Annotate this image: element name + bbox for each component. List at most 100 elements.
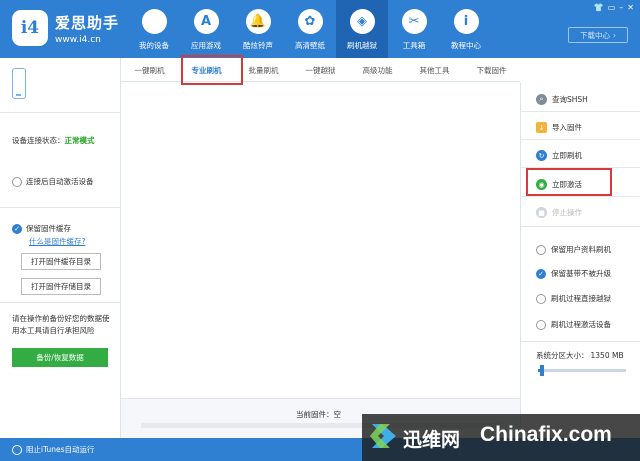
nav-label: 刷机越狱 [347, 41, 377, 50]
main-nav: 我的设备 A 应用游戏 🔔 酷炫铃声 ✿ 高清壁纸 ◈ 刷机越狱 ✂ 工具箱 i… [128, 0, 492, 58]
stop-operation-label: 停止操作 [552, 208, 582, 217]
query-shsh-label: 查询SHSH [552, 95, 588, 104]
left-panel: 设备连接状态：正常模式 连接后自动激活设备 ✓ 保留固件缓存 什么是固件缓存? … [0, 58, 121, 438]
partition-label: 系统分区大小： [536, 351, 589, 360]
app-name: 爱思助手 [55, 14, 120, 32]
partition-slider[interactable] [538, 365, 626, 376]
keep-cache-option[interactable]: ✓ 保留固件缓存 [12, 223, 71, 234]
skin-icon[interactable]: 👕 [594, 3, 604, 12]
keep-baseband-option[interactable]: ✓ 保留基带不被升级 [536, 268, 611, 279]
flash-icon: ↻ [536, 150, 547, 161]
flower-icon: ✿ [297, 9, 323, 34]
check-icon: ✓ [536, 268, 546, 279]
tab-batch-flash[interactable]: 批量刷机 [235, 58, 292, 82]
top-header: i4 爱思助手 www.i4.cn 我的设备 A 应用游戏 🔔 酷炫铃声 ✿ 高… [0, 0, 640, 58]
risk-warning: 请在操作前备份好您的数据使用本工具请自行承担风险 [12, 314, 110, 335]
nav-tutorials[interactable]: i 教程中心 [440, 0, 492, 58]
app-store-icon: A [193, 9, 219, 34]
option-label: 保留基带不被升级 [551, 269, 611, 278]
radio-icon [536, 293, 546, 304]
divider [521, 196, 640, 197]
open-cache-dir-button[interactable]: 打开固件缓存目录 [21, 253, 101, 270]
minimize-icon[interactable]: – [619, 3, 623, 12]
option-label: 刷机过程激活设备 [551, 320, 611, 329]
tab-other-tools[interactable]: 其他工具 [406, 58, 463, 82]
nav-apps-games[interactable]: A 应用游戏 [180, 0, 232, 58]
i4-logo: i4 [12, 10, 48, 46]
phone-icon [12, 68, 26, 99]
nav-my-device[interactable]: 我的设备 [128, 0, 180, 58]
option-label: 刷机过程直接越狱 [551, 294, 611, 303]
divider [521, 111, 640, 112]
device-area [0, 58, 120, 113]
open-store-dir-button[interactable]: 打开固件存储目录 [21, 278, 101, 295]
tools-icon: ✂ [401, 9, 427, 34]
slider-handle[interactable] [540, 365, 545, 376]
nav-label: 工具箱 [402, 41, 426, 50]
divider [521, 226, 640, 227]
auto-activate-option[interactable]: 连接后自动激活设备 [12, 176, 94, 187]
keep-user-data-option[interactable]: 保留用户资料刷机 [536, 244, 611, 255]
nav-label: 高清壁纸 [295, 41, 325, 50]
check-icon: ✓ [12, 223, 22, 234]
info-icon: i [453, 9, 479, 34]
status-label: 设备连接状态： [12, 136, 65, 145]
nav-ringtones[interactable]: 🔔 酷炫铃声 [232, 0, 284, 58]
arrow-right-icon: › [613, 30, 616, 40]
radio-icon [12, 176, 22, 187]
tab-advanced[interactable]: 高级功能 [349, 58, 406, 82]
divider [521, 341, 640, 342]
nav-label: 教程中心 [451, 41, 481, 50]
watermark-cn: 迅维网 [403, 429, 461, 451]
firmware-list-area [121, 83, 520, 438]
highlight-box-activate [526, 168, 612, 196]
chinafix-logo-icon [370, 424, 396, 448]
menu-icon[interactable]: ▭ [608, 3, 616, 12]
import-firmware-label: 导入固件 [552, 123, 582, 132]
watermark-en: Chinafix.com [480, 423, 612, 446]
partition-size: 系统分区大小： 1350 MB [536, 350, 624, 361]
partition-value: 1350 MB [590, 351, 624, 360]
right-panel: ⌕ 查询SHSH ↓ 导入固件 ↻ 立即刷机 ◉ 立即激活 ■ 停止操作 保留用… [520, 83, 640, 438]
folder-icon: ↓ [536, 122, 547, 133]
search-icon: ⌕ [536, 94, 547, 105]
box-icon: ◈ [349, 9, 375, 34]
nav-wallpapers[interactable]: ✿ 高清壁纸 [284, 0, 336, 58]
current-firmware: 当前固件：空 [296, 410, 341, 419]
stop-icon: ■ [536, 207, 547, 218]
close-icon[interactable]: ✕ [627, 3, 634, 12]
nav-label: 酷炫铃声 [243, 41, 273, 50]
tab-download-firmware[interactable]: 下载固件 [463, 58, 520, 82]
query-shsh-button[interactable]: ⌕ 查询SHSH [536, 94, 588, 105]
status-area: 设备连接状态：正常模式 连接后自动激活设备 [0, 113, 120, 208]
option-label: 保留用户资料刷机 [551, 245, 611, 254]
connection-status: 设备连接状态：正常模式 [12, 135, 95, 146]
activate-during-flash-option[interactable]: 刷机过程激活设备 [536, 319, 611, 330]
import-firmware-button[interactable]: ↓ 导入固件 [536, 122, 582, 133]
apple-icon [141, 9, 167, 34]
tab-one-click-jailbreak[interactable]: 一键越狱 [292, 58, 349, 82]
tab-one-click-flash[interactable]: 一键刷机 [121, 58, 178, 82]
nav-flash-jailbreak[interactable]: ◈ 刷机越狱 [336, 0, 388, 58]
highlight-box-pro-flash [181, 55, 243, 85]
download-center-button[interactable]: 下载中心 › [568, 27, 628, 43]
jailbreak-during-flash-option[interactable]: 刷机过程直接越狱 [536, 293, 611, 304]
nav-label: 应用游戏 [191, 41, 221, 50]
nav-label: 我的设备 [139, 41, 169, 50]
backup-restore-button[interactable]: 备份/恢复数据 [12, 348, 108, 367]
block-itunes-option[interactable]: 阻止iTunes自动运行 [12, 444, 95, 455]
cache-area: ✓ 保留固件缓存 什么是固件缓存? 打开固件缓存目录 打开固件存储目录 [0, 208, 120, 303]
flash-now-button[interactable]: ↻ 立即刷机 [536, 150, 582, 161]
status-value: 正常模式 [64, 136, 95, 145]
radio-icon [536, 319, 546, 330]
stop-operation-button[interactable]: ■ 停止操作 [536, 207, 582, 218]
block-itunes-label: 阻止iTunes自动运行 [26, 445, 95, 454]
chinafix-watermark: 迅维网 Chinafix.com [362, 414, 640, 461]
download-center-label: 下载中心 [580, 30, 610, 40]
radio-icon [12, 444, 22, 455]
keep-cache-label: 保留固件缓存 [26, 224, 71, 233]
nav-toolbox[interactable]: ✂ 工具箱 [388, 0, 440, 58]
what-is-cache-link[interactable]: 什么是固件缓存? [29, 236, 85, 247]
auto-activate-label: 连接后自动激活设备 [26, 177, 94, 186]
flash-now-label: 立即刷机 [552, 151, 582, 160]
